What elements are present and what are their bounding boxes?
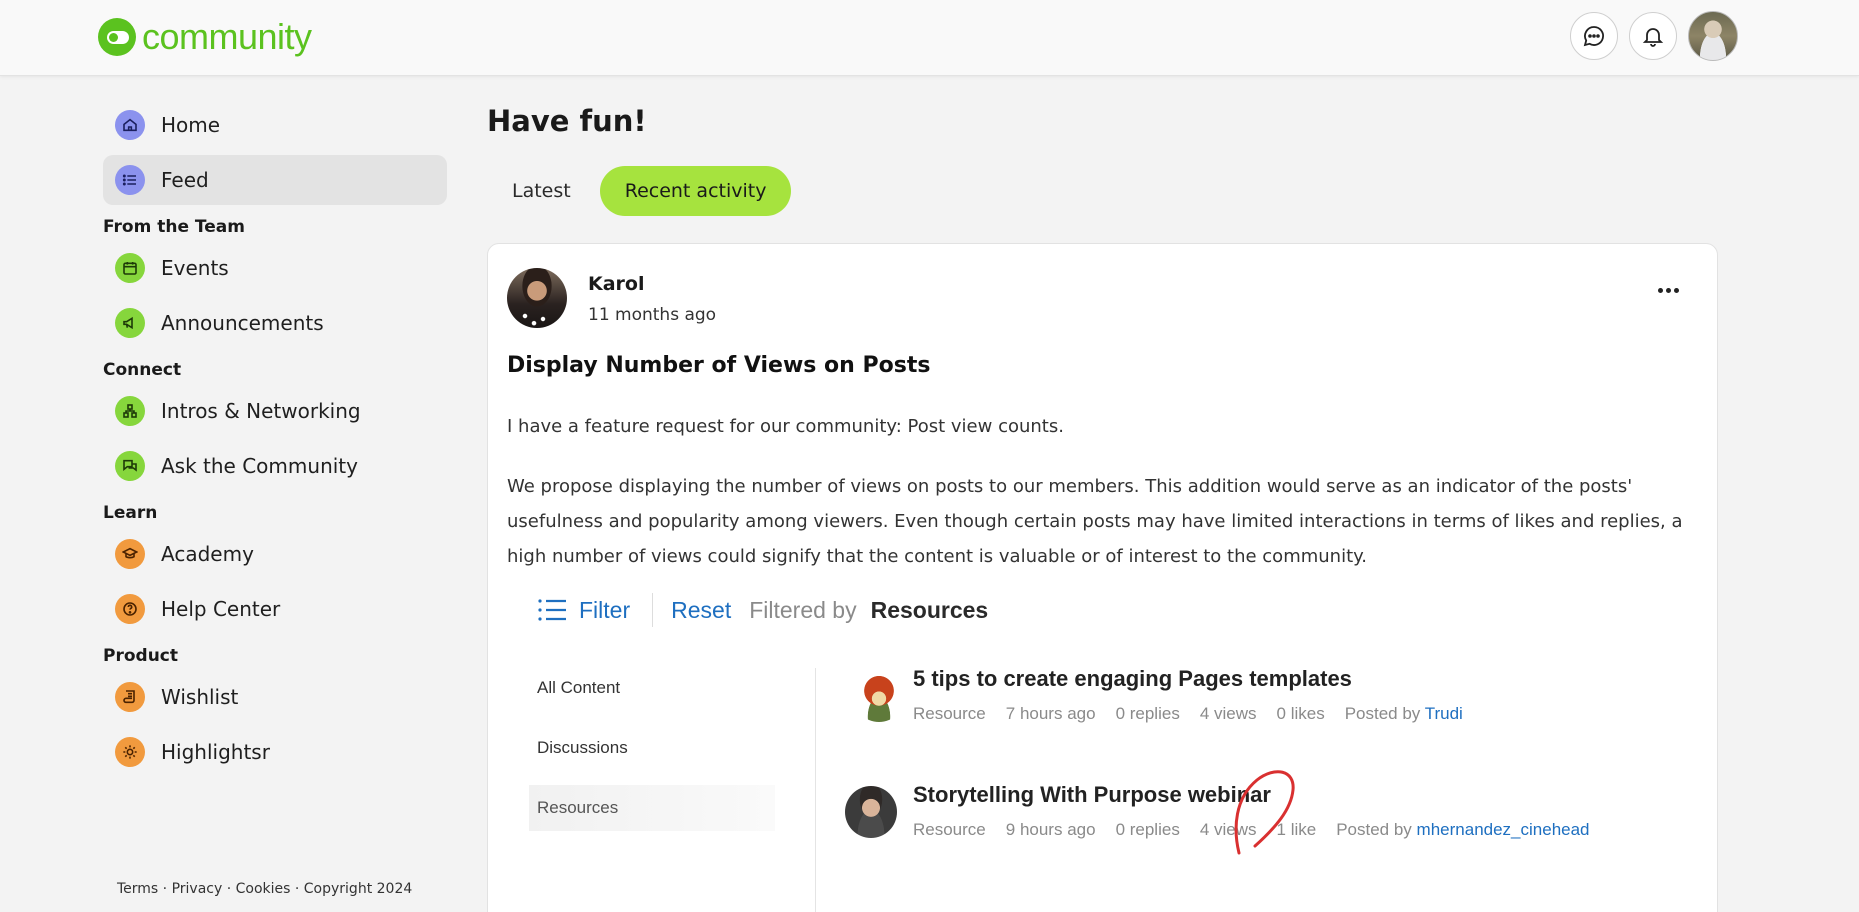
network-icon xyxy=(115,396,145,426)
avatar xyxy=(853,670,905,722)
sidebar-item-feed[interactable]: Feed xyxy=(103,155,447,205)
embedded-screenshot: Filter Reset Filtered by Resources All C… xyxy=(507,580,1697,912)
filtered-by-label: Filtered by xyxy=(749,596,857,623)
chat-bubble-icon xyxy=(1583,26,1604,47)
feed-tabs: Latest Recent activity xyxy=(487,166,792,216)
post-timestamp: 11 months ago xyxy=(588,305,717,325)
list-icon xyxy=(115,165,145,195)
sidebar-item-label: Highlightsr xyxy=(161,740,270,764)
sidebar-item-label: Events xyxy=(161,256,229,280)
resource-type: Resource xyxy=(913,704,986,723)
category-list: All Content Discussions Resources xyxy=(529,665,775,845)
section-title-from-the-team: From the Team xyxy=(103,217,245,237)
dot-icon xyxy=(1673,287,1679,293)
post-title[interactable]: Display Number of Views on Posts xyxy=(507,353,930,378)
sidebar-item-label: Intros & Networking xyxy=(161,399,361,423)
megaphone-icon xyxy=(115,308,145,338)
reset-link: Reset xyxy=(671,596,732,623)
calendar-icon xyxy=(115,253,145,283)
section-title-product: Product xyxy=(103,646,178,666)
author-avatar[interactable] xyxy=(507,268,567,328)
bell-icon xyxy=(1642,28,1664,47)
user-avatar[interactable] xyxy=(1688,11,1738,61)
red-annotation-scribble xyxy=(1234,770,1295,855)
sidebar-item-intros-networking[interactable]: Intros & Networking xyxy=(103,386,447,436)
section-title-connect: Connect xyxy=(103,360,182,380)
question-icon xyxy=(115,594,145,624)
post-paragraph: We propose displaying the number of view… xyxy=(507,476,1683,567)
sidebar-item-label: Home xyxy=(161,113,221,137)
sidebar-item-label: Academy xyxy=(161,542,254,566)
resource-time: 7 hours ago xyxy=(1005,704,1096,723)
resource-title: 5 tips to create engaging Pages template… xyxy=(913,666,1352,691)
resource-views: 4 views xyxy=(1199,704,1257,723)
sidebar-item-ask-the-community[interactable]: Ask the Community xyxy=(103,441,447,491)
home-icon xyxy=(115,110,145,140)
sidebar-item-label: Wishlist xyxy=(161,685,239,709)
sidebar-item-academy[interactable]: Academy xyxy=(103,529,447,579)
top-bar: community xyxy=(0,0,1859,76)
sidebar-item-help-center[interactable]: Help Center xyxy=(103,584,447,634)
page-title: Have fun! xyxy=(487,104,647,138)
sidebar: Home Feed From the Team Events Announcem… xyxy=(103,100,447,782)
sidebar-item-label: Help Center xyxy=(161,597,281,621)
resource-poster: Posted by mhernandez_cinehead xyxy=(1336,820,1589,840)
sidebar-item-announcements[interactable]: Announcements xyxy=(103,298,447,348)
dot-icon xyxy=(1657,287,1663,293)
tab-latest[interactable]: Latest xyxy=(487,166,596,216)
posted-by-label: Posted by xyxy=(1336,820,1412,839)
sidebar-item-highlightsr[interactable]: Highlightsr xyxy=(103,727,447,777)
sidebar-item-wishlist[interactable]: Wishlist xyxy=(103,672,447,722)
resource-type: Resource xyxy=(913,820,986,839)
notifications-button[interactable] xyxy=(1629,12,1677,60)
divider xyxy=(652,593,654,627)
community-logo[interactable]: community xyxy=(98,16,312,58)
toggle-logo-icon xyxy=(98,18,136,56)
sidebar-item-home[interactable]: Home xyxy=(103,100,447,150)
post-paragraph: I have a feature request for our communi… xyxy=(507,416,1064,437)
sun-icon xyxy=(115,737,145,767)
poster-name: Trudi xyxy=(1424,704,1463,723)
posted-by-label: Posted by xyxy=(1344,704,1421,723)
resource-title: Storytelling With Purpose webinar xyxy=(913,782,1271,807)
sidebar-item-label: Feed xyxy=(161,168,209,192)
sidebar-item-label: Ask the Community xyxy=(161,454,358,478)
sidebar-item-label: Announcements xyxy=(161,311,324,335)
sidebar-item-events[interactable]: Events xyxy=(103,243,447,293)
chat-icon xyxy=(115,451,145,481)
filter-label: Filter xyxy=(579,596,631,623)
resource-meta: Resource 7 hours ago 0 replies 4 views 0… xyxy=(913,704,1463,724)
poster-name: mhernandez_cinehead xyxy=(1416,820,1590,839)
more-options-button[interactable] xyxy=(1652,278,1684,302)
section-title-learn: Learn xyxy=(103,503,158,523)
scroll-icon xyxy=(115,682,145,712)
divider xyxy=(815,668,816,912)
filtered-by-value: Resources xyxy=(870,596,989,623)
category-item: Discussions xyxy=(537,738,628,757)
messages-button[interactable] xyxy=(1570,12,1618,60)
post-card: Karol 11 months ago Display Number of Vi… xyxy=(487,243,1718,912)
dot-icon xyxy=(1665,287,1671,293)
filter-bar: Filter Reset Filtered by Resources xyxy=(537,592,988,628)
category-item-selected: Resources xyxy=(529,785,775,831)
resource-poster: Posted by Trudi xyxy=(1345,704,1463,724)
brand-name: community xyxy=(142,16,312,57)
resource-replies: 0 replies xyxy=(1115,704,1180,723)
author-name[interactable]: Karol xyxy=(588,273,644,295)
avatar xyxy=(845,786,897,838)
footer-links[interactable]: Terms · Privacy · Cookies · Copyright 20… xyxy=(117,881,412,897)
filter-list-icon xyxy=(538,599,566,621)
category-item: All Content xyxy=(537,678,621,697)
resource-time: 9 hours ago xyxy=(1005,820,1096,839)
tab-recent-activity[interactable]: Recent activity xyxy=(599,166,792,216)
resource-replies: 0 replies xyxy=(1115,820,1180,839)
graduation-cap-icon xyxy=(115,539,145,569)
resource-likes: 0 likes xyxy=(1276,704,1325,723)
